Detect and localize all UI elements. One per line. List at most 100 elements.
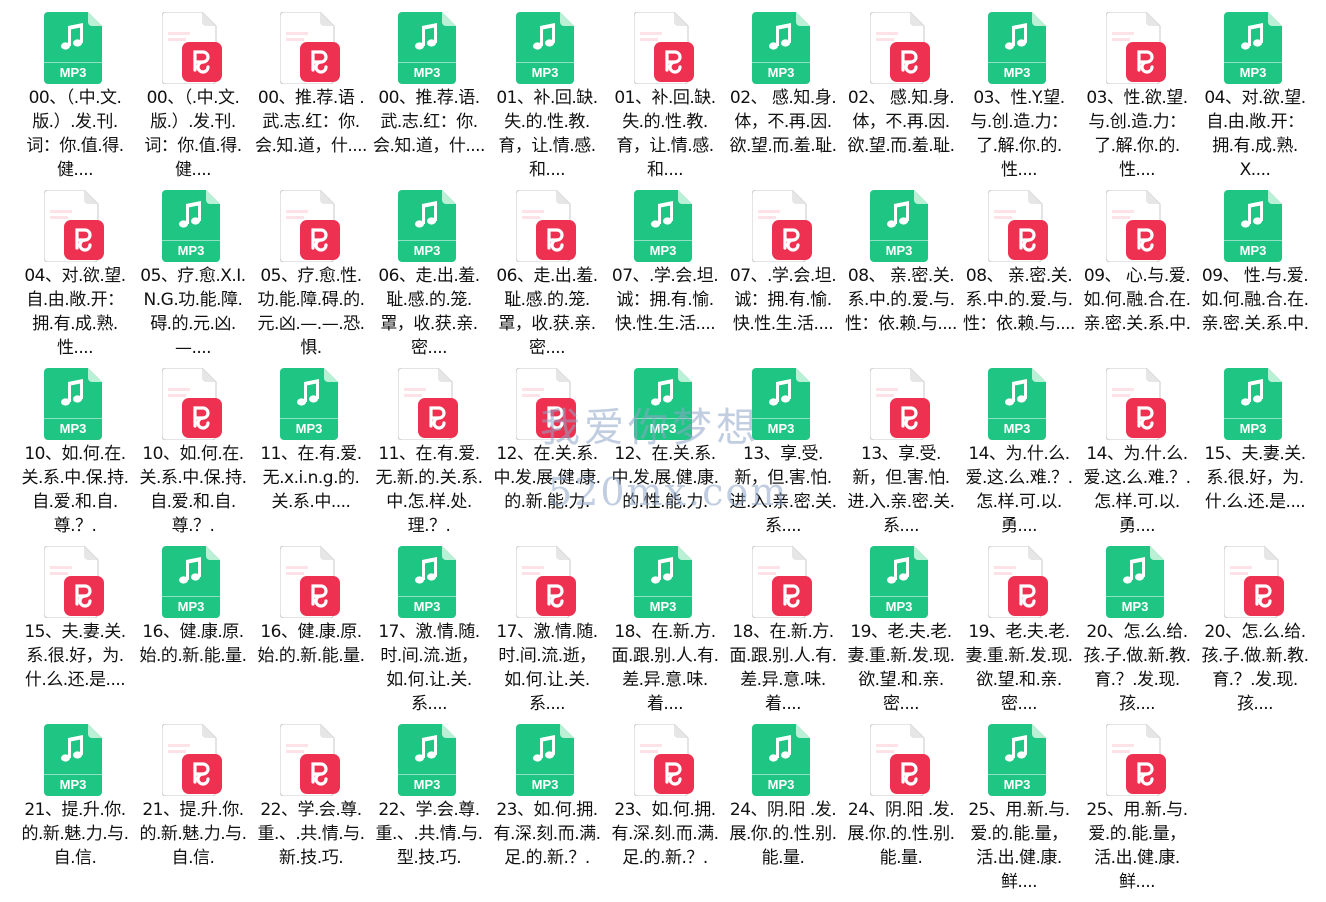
file-name: 01、补.回.缺.失.的.性.教.育，让.情.感.和.... xyxy=(614,88,716,180)
pdf-file-item[interactable]: 25、用.新.与.爱.的.能.量，活.出.健.康.鲜.... xyxy=(1077,718,1195,896)
file-name: 05、疗.愈.性.功.能.障.碍.的.元.凶.—.—.恐.惧. xyxy=(257,266,365,358)
mp3-file-item[interactable]: MP3 17、激.情.随.时.间.流.逝，如.何.让.关.系.... xyxy=(369,540,487,718)
pdf-file-icon xyxy=(1106,724,1166,796)
pdf-file-icon xyxy=(634,12,694,84)
svg-text:MP3: MP3 xyxy=(178,599,205,614)
mp3-file-item[interactable]: MP3 10、如.何.在.关.系.中.保.持.自.爱.和.自.尊.？. xyxy=(15,362,133,540)
pdf-file-item[interactable]: 21、提.升.你.的.新.魅.力.与.自.信. xyxy=(133,718,251,896)
mp3-file-icon: MP3 xyxy=(398,546,458,618)
pdf-file-item[interactable]: 00、（.中.文.版.）.发.刊.词：你.值.得.健.... xyxy=(133,6,251,184)
mp3-file-item[interactable]: MP3 15、夫.妻.关.系.很.好，为.什.么.还.是.... xyxy=(1195,362,1313,540)
mp3-file-icon: MP3 xyxy=(1224,12,1284,84)
mp3-file-item[interactable]: MP3 12、在.关.系.中.发.展.健.康.的.性.能.力. xyxy=(605,362,723,540)
pdf-file-item[interactable]: 10、如.何.在.关.系.中.保.持.自.爱.和.自.尊.？. xyxy=(133,362,251,540)
file-name: 22、学.会.尊.重.、.共.情.与.新.技.巧. xyxy=(257,800,365,868)
pdf-file-icon xyxy=(516,190,576,262)
svg-text:MP3: MP3 xyxy=(60,777,87,792)
mp3-file-item[interactable]: MP3 07、.学.会.坦.诚：拥.有.愉.快.性.生.活.... xyxy=(605,184,723,362)
pdf-file-icon xyxy=(516,368,576,440)
mp3-file-item[interactable]: MP3 22、学.会.尊.重.、.共.情.与.型.技.巧. xyxy=(369,718,487,896)
file-name: 04、对.欲.望.自.由.敞.开：拥.有.成.熟.性.... xyxy=(24,266,126,358)
mp3-file-item[interactable]: MP3 25、用.新.与.爱.的.能.量，活.出.健.康.鲜.... xyxy=(959,718,1077,896)
svg-text:MP3: MP3 xyxy=(60,421,87,436)
mp3-file-item[interactable]: MP3 11、在.有.爱.无.x.i.n.g.的.关.系.中.... xyxy=(251,362,369,540)
mp3-file-item[interactable]: MP3 24、阴.阳 .发.展.你.的.性.别.能.量. xyxy=(723,718,841,896)
mp3-file-item[interactable]: MP3 04、对.欲.望.自.由.敞.开：拥.有.成.熟.X.... xyxy=(1195,6,1313,184)
mp3-file-item[interactable]: MP3 21、提.升.你.的.新.魅.力.与.自.信. xyxy=(15,718,133,896)
mp3-file-item[interactable]: MP3 14、为.什.么.爱.这.么.难.？.怎.样.可.以.勇.... xyxy=(959,362,1077,540)
pdf-file-item[interactable]: 08、 亲.密.关.系.中.的.爱.与.性：依.赖.与.... xyxy=(959,184,1077,362)
pdf-file-item[interactable]: 03、性.欲.望.与.创.造.力：了.解.你.的.性.... xyxy=(1077,6,1195,184)
mp3-file-item[interactable]: MP3 09、 性.与.爱.如.何.融.合.在.亲.密.关.系.中. xyxy=(1195,184,1313,362)
file-name: 22、学.会.尊.重.、.共.情.与.型.技.巧. xyxy=(375,800,483,868)
mp3-file-item[interactable]: MP3 23、如.何.拥.有.深.刻.而.满.足.的.新.？. xyxy=(487,718,605,896)
mp3-file-item[interactable]: MP3 00、（.中.文.版.）.发.刊.词：你.值.得.健.... xyxy=(15,6,133,184)
pdf-file-item[interactable]: 15、夫.妻.关.系.很.好，为.什.么.还.是.... xyxy=(15,540,133,718)
pdf-file-item[interactable]: 17、激.情.随.时.间.流.逝，如.何.让.关.系.... xyxy=(487,540,605,718)
pdf-file-item[interactable]: 22、学.会.尊.重.、.共.情.与.新.技.巧. xyxy=(251,718,369,896)
mp3-file-item[interactable]: MP3 19、老.夫.老.妻.重.新.发.现.欲.望.和.亲.密.... xyxy=(841,540,959,718)
pdf-file-icon xyxy=(398,368,458,440)
mp3-file-icon: MP3 xyxy=(988,368,1048,440)
mp3-file-item[interactable]: MP3 08、 亲.密.关.系.中.的.爱.与.性：依.赖.与.... xyxy=(841,184,959,362)
mp3-file-icon: MP3 xyxy=(870,190,930,262)
mp3-file-item[interactable]: MP3 16、健.康.原.始.的.新.能.量. xyxy=(133,540,251,718)
pdf-file-item[interactable]: 04、对.欲.望.自.由.敞.开：拥.有.成.熟.性.... xyxy=(15,184,133,362)
mp3-file-item[interactable]: MP3 03、性.Y.望.与.创.造.力：了.解.你.的.性.... xyxy=(959,6,1077,184)
mp3-file-item[interactable]: MP3 06、走.出.羞.耻.感.的.笼.罩，收.获.亲.密.... xyxy=(369,184,487,362)
pdf-file-item[interactable]: 09、 心.与.爱.如.何.融.合.在.亲.密.关.系.中. xyxy=(1077,184,1195,362)
pdf-file-item[interactable]: 20、怎.么.给.孩.子.做.新.教.育.？.发.现.孩.... xyxy=(1195,540,1313,718)
mp3-file-icon: MP3 xyxy=(280,368,340,440)
pdf-file-icon xyxy=(280,190,340,262)
file-name: 02、 感.知.身.体，不.再.因.欲.望.而.羞.耻. xyxy=(729,88,837,156)
file-name: 23、如.何.拥.有.深.刻.而.满.足.的.新.？. xyxy=(611,800,719,868)
svg-text:MP3: MP3 xyxy=(296,421,323,436)
svg-text:MP3: MP3 xyxy=(768,65,795,80)
file-name: 18、在.新.方.面.跟.别.人.有.差.异.意.味.着.... xyxy=(729,622,837,714)
file-name: 10、如.何.在.关.系.中.保.持.自.爱.和.自.尊.？. xyxy=(21,444,129,536)
mp3-file-icon: MP3 xyxy=(752,368,812,440)
mp3-file-item[interactable]: MP3 20、怎.么.给.孩.子.做.新.教.育.？.发.现.孩.... xyxy=(1077,540,1195,718)
pdf-file-item[interactable]: 11、在.有.爱.无.新.的.关.系.中.怎.样.处.理.？. xyxy=(369,362,487,540)
mp3-file-icon: MP3 xyxy=(634,190,694,262)
pdf-file-item[interactable]: 02、 感.知.身.体，不.再.因.欲.望.而.羞.耻. xyxy=(841,6,959,184)
pdf-file-item[interactable]: 14、为.什.么.爱.这.么.难.？.怎.样.可.以.勇.... xyxy=(1077,362,1195,540)
mp3-file-icon: MP3 xyxy=(516,724,576,796)
file-grid: MP3 00、（.中.文.版.）.发.刊.词：你.值.得.健.... 00、（.… xyxy=(15,6,1315,896)
pdf-file-item[interactable]: 05、疗.愈.性.功.能.障.碍.的.元.凶.—.—.恐.惧. xyxy=(251,184,369,362)
pdf-file-icon xyxy=(752,546,812,618)
pdf-file-item[interactable]: 19、老.夫.老.妻.重.新.发.现.欲.望.和.亲.密.... xyxy=(959,540,1077,718)
pdf-file-icon xyxy=(988,190,1048,262)
pdf-file-item[interactable]: 01、补.回.缺.失.的.性.教.育，让.情.感.和.... xyxy=(605,6,723,184)
pdf-file-item[interactable]: 06、走.出.羞.耻.感.的.笼.罩，收.获.亲.密.... xyxy=(487,184,605,362)
file-name: 20、怎.么.给.孩.子.做.新.教.育.？.发.现.孩.... xyxy=(1201,622,1309,714)
file-name: 17、激.情.随.时.间.流.逝，如.何.让.关.系.... xyxy=(378,622,480,714)
file-name: 17、激.情.随.时.间.流.逝，如.何.让.关.系.... xyxy=(496,622,598,714)
pdf-file-item[interactable]: 13、享.受.新，但.害.怕.进.入.亲.密.关.系.... xyxy=(841,362,959,540)
file-name: 25、用.新.与.爱.的.能.量，活.出.健.康.鲜.... xyxy=(968,800,1070,892)
pdf-file-item[interactable]: 16、健.康.原.始.的.新.能.量. xyxy=(251,540,369,718)
svg-text:MP3: MP3 xyxy=(414,599,441,614)
mp3-file-item[interactable]: MP3 01、补.回.缺.失.的.性.教.育，让.情.感.和.... xyxy=(487,6,605,184)
mp3-file-item[interactable]: MP3 13、享.受.新，但.害.怕.进.入.亲.密.关.系.... xyxy=(723,362,841,540)
mp3-file-item[interactable]: MP3 05、疗.愈.X.I.N.G.功.能.障.碍.的.元.凶.—.... xyxy=(133,184,251,362)
pdf-file-icon xyxy=(870,724,930,796)
pdf-file-icon xyxy=(162,12,222,84)
pdf-file-item[interactable]: 00、推.荐.语 .武.志.红：你.会.知.道，什.... xyxy=(251,6,369,184)
mp3-file-item[interactable]: MP3 00、推.荐.语.武.志.红：你.会.知.道，什.... xyxy=(369,6,487,184)
svg-text:MP3: MP3 xyxy=(178,243,205,258)
pdf-file-icon xyxy=(988,546,1048,618)
pdf-file-item[interactable]: 12、在.关.系.中.发.展.健.康.的.新.能.力. xyxy=(487,362,605,540)
pdf-file-item[interactable]: 07、.学.会.坦.诚：拥.有.愉.快.性.生.活.... xyxy=(723,184,841,362)
pdf-file-icon xyxy=(280,724,340,796)
mp3-file-item[interactable]: MP3 18、在.新.方.面.跟.别.人.有.差.异.意.味.着.... xyxy=(605,540,723,718)
pdf-file-item[interactable]: 24、阴.阳 .发.展.你.的.性.别.能.量. xyxy=(841,718,959,896)
svg-text:MP3: MP3 xyxy=(1004,421,1031,436)
mp3-file-icon: MP3 xyxy=(44,368,104,440)
mp3-file-item[interactable]: MP3 02、 感.知.身.体，不.再.因.欲.望.而.羞.耻. xyxy=(723,6,841,184)
svg-text:MP3: MP3 xyxy=(1240,243,1267,258)
file-name: 00、（.中.文.版.）.发.刊.词：你.值.得.健.... xyxy=(144,88,242,180)
pdf-file-item[interactable]: 23、如.何.拥.有.深.刻.而.满.足.的.新.？. xyxy=(605,718,723,896)
file-name: 19、老.夫.老.妻.重.新.发.现.欲.望.和.亲.密.... xyxy=(965,622,1073,714)
pdf-file-item[interactable]: 18、在.新.方.面.跟.别.人.有.差.异.意.味.着.... xyxy=(723,540,841,718)
